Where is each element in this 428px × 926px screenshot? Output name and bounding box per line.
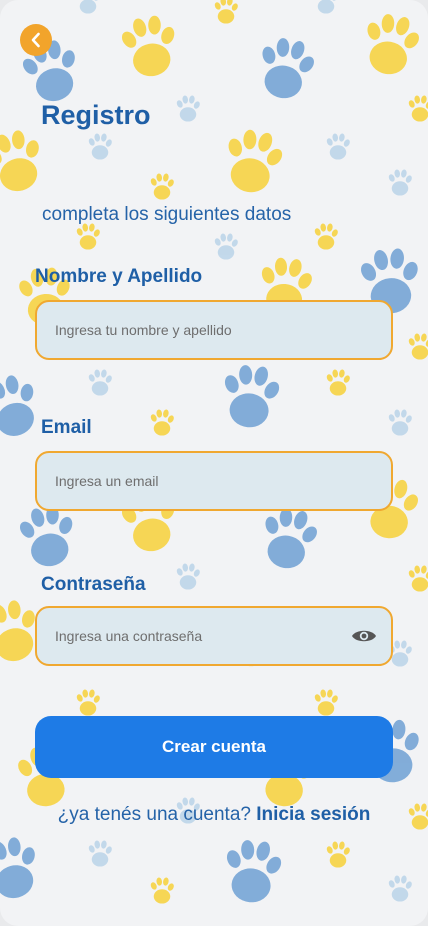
registration-form-layer: Registro completa los siguientes datos N… [0, 0, 428, 926]
email-label: Email [41, 417, 92, 438]
page-title: Registro [41, 100, 151, 130]
password-input[interactable] [37, 608, 391, 664]
password-field-container [35, 606, 393, 666]
login-link[interactable]: Inicia sesión [256, 804, 370, 825]
eye-icon[interactable] [351, 627, 377, 645]
registration-screen: Registro completa los siguientes datos N… [0, 0, 428, 926]
back-button[interactable] [20, 24, 52, 56]
create-account-button[interactable]: Crear cuenta [35, 716, 393, 778]
login-prompt: ¿ya tenés una cuenta? Inicia sesión [0, 804, 428, 826]
name-input[interactable] [37, 302, 391, 358]
chevron-left-icon [31, 32, 40, 48]
name-field-container [35, 300, 393, 360]
page-subtitle: completa los siguientes datos [42, 204, 292, 225]
login-question: ¿ya tenés una cuenta? [57, 804, 251, 825]
email-field-container [35, 451, 393, 511]
name-label: Nombre y Apellido [35, 266, 203, 287]
password-label: Contraseña [41, 574, 146, 595]
email-input[interactable] [37, 453, 391, 509]
